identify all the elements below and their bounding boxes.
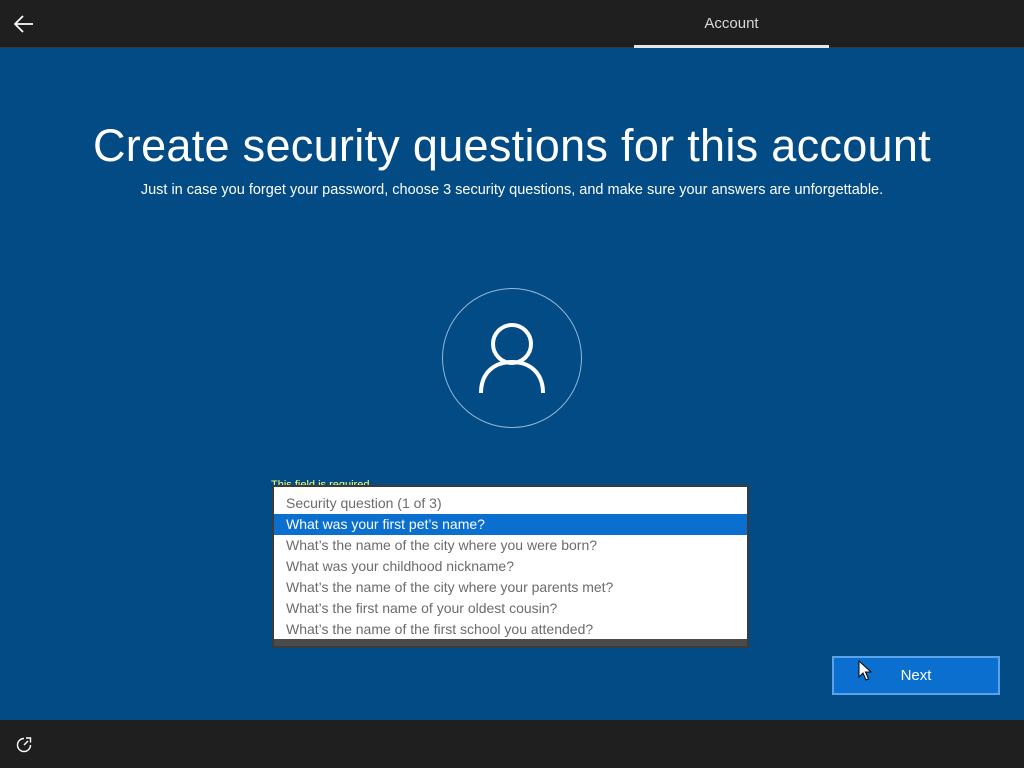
ease-of-access-button[interactable] [13, 734, 35, 756]
back-button[interactable] [8, 8, 40, 40]
dropdown-option-placeholder[interactable]: Security question (1 of 3) [274, 493, 747, 514]
mouse-pointer-icon [858, 660, 872, 681]
tab-account[interactable]: Account [634, 0, 829, 47]
user-icon [479, 323, 545, 394]
bottom-bar [0, 720, 1024, 768]
dropdown-bottom-edge [274, 639, 747, 646]
ease-of-access-icon [16, 737, 32, 753]
dropdown-option-highlighted[interactable]: What was your first pet’s name? [274, 514, 747, 535]
oobe-panel: Create security questions for this accou… [0, 48, 1024, 720]
arrow-left-icon [14, 15, 33, 33]
dropdown-option[interactable]: What’s the name of the city where you we… [274, 535, 747, 556]
security-question-dropdown[interactable]: Security question (1 of 3) What was your… [272, 485, 749, 648]
avatar [442, 288, 582, 428]
page-subtitle: Just in case you forget your password, c… [140, 182, 884, 198]
dropdown-option[interactable]: What’s the name of the first school you … [274, 619, 747, 640]
page-title: Create security questions for this accou… [92, 120, 931, 171]
dropdown-option[interactable]: What was your childhood nickname? [274, 556, 747, 577]
dropdown-option[interactable]: What’s the name of the city where your p… [274, 577, 747, 598]
top-bar: Account [0, 0, 1024, 48]
dropdown-option[interactable]: What’s the first name of your oldest cou… [274, 598, 747, 619]
